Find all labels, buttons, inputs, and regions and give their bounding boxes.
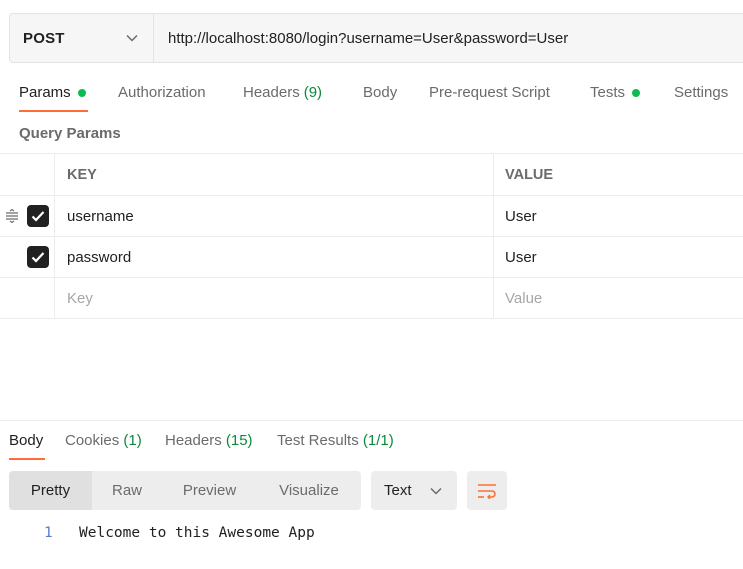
- response-body-text: Welcome to this Awesome App: [79, 525, 315, 541]
- param-value-cell[interactable]: User: [494, 237, 743, 277]
- postman-request-view: POST http://localhost:8080/login?usernam…: [0, 0, 743, 569]
- tab-count: (15): [225, 432, 253, 449]
- tab-label: Settings: [674, 84, 729, 101]
- response-tab-cookies[interactable]: Cookies (1): [65, 432, 142, 449]
- tab-headers[interactable]: Headers (9): [243, 78, 322, 114]
- control-column-header: [0, 154, 55, 195]
- format-select[interactable]: Text: [371, 471, 457, 510]
- response-tabs: Body Cookies (1) Headers (15) Test Resul…: [0, 428, 743, 462]
- response-body-editor[interactable]: 1 Welcome to this Awesome App: [0, 525, 743, 545]
- wrap-lines-icon: [478, 483, 496, 499]
- new-key-input[interactable]: Key: [55, 278, 494, 318]
- active-tab-indicator: [9, 458, 45, 460]
- status-dot-icon: [632, 89, 641, 97]
- view-mode-visualize[interactable]: Visualize: [257, 471, 361, 510]
- tab-params[interactable]: Params: [19, 78, 86, 114]
- table-row-new: Key Value: [0, 278, 743, 319]
- tab-authorization[interactable]: Authorization: [118, 78, 206, 114]
- tab-label: Tests: [590, 84, 626, 101]
- tab-count: (1/1): [362, 432, 394, 449]
- active-tab-indicator: [19, 110, 88, 112]
- view-mode-raw[interactable]: Raw: [92, 471, 162, 510]
- request-bar: POST http://localhost:8080/login?usernam…: [9, 13, 743, 63]
- tab-label: Pre-request Script: [429, 84, 550, 101]
- param-key-cell[interactable]: username: [55, 196, 494, 236]
- tab-count: (1): [123, 432, 142, 449]
- row-controls: [0, 237, 55, 277]
- param-key-cell[interactable]: password: [55, 237, 494, 277]
- key-column-header: KEY: [55, 154, 494, 195]
- chevron-down-icon: [125, 31, 139, 45]
- view-mode-pretty[interactable]: Pretty: [9, 471, 92, 510]
- table-header-row: KEY VALUE: [0, 153, 743, 196]
- url-input[interactable]: http://localhost:8080/login?username=Use…: [154, 14, 743, 62]
- wrap-lines-button[interactable]: [467, 471, 507, 510]
- view-mode-switch: Pretty Raw Preview Visualize: [9, 471, 361, 510]
- check-icon: [31, 211, 45, 222]
- line-number: 1: [44, 525, 53, 541]
- response-tab-test-results[interactable]: Test Results (1/1): [277, 432, 394, 449]
- response-divider: [0, 420, 743, 421]
- row-controls: [0, 278, 55, 318]
- status-dot-icon: [77, 89, 86, 97]
- request-tabs: Params Authorization Headers (9) Body Pr…: [0, 78, 743, 116]
- tab-label: Body: [363, 84, 398, 101]
- tab-label: Test Results: [277, 432, 359, 449]
- enable-checkbox[interactable]: [27, 205, 49, 227]
- tab-tests[interactable]: Tests: [590, 78, 641, 114]
- table-row: password User: [0, 237, 743, 278]
- tab-settings[interactable]: Settings: [674, 78, 728, 114]
- tab-count: (9): [303, 84, 323, 101]
- param-value-cell[interactable]: User: [494, 196, 743, 236]
- tab-pre-request-script[interactable]: Pre-request Script: [429, 78, 550, 114]
- view-mode-preview[interactable]: Preview: [162, 471, 257, 510]
- tab-label: Authorization: [118, 84, 206, 101]
- format-label: Text: [384, 482, 412, 499]
- enable-checkbox[interactable]: [27, 246, 49, 268]
- response-tab-body[interactable]: Body: [9, 432, 43, 449]
- table-row: username User: [0, 196, 743, 237]
- value-column-header: VALUE: [505, 166, 554, 183]
- tab-body[interactable]: Body: [363, 78, 397, 114]
- tab-label: Params: [19, 84, 71, 101]
- tab-label: Headers: [243, 84, 300, 101]
- chevron-down-icon: [429, 484, 443, 498]
- row-controls: [0, 196, 55, 236]
- tab-label: Headers: [165, 432, 222, 449]
- query-params-table: KEY VALUE username User password User Ke…: [0, 153, 743, 319]
- query-params-title: Query Params: [19, 125, 121, 142]
- tab-label: Cookies: [65, 432, 120, 449]
- method-select[interactable]: POST: [10, 14, 154, 62]
- drag-handle-icon[interactable]: [5, 208, 19, 224]
- method-label: POST: [23, 29, 65, 47]
- new-value-input[interactable]: Value: [494, 278, 743, 318]
- response-tab-headers[interactable]: Headers (15): [165, 432, 253, 449]
- check-icon: [31, 252, 45, 263]
- tab-label: Body: [9, 432, 44, 449]
